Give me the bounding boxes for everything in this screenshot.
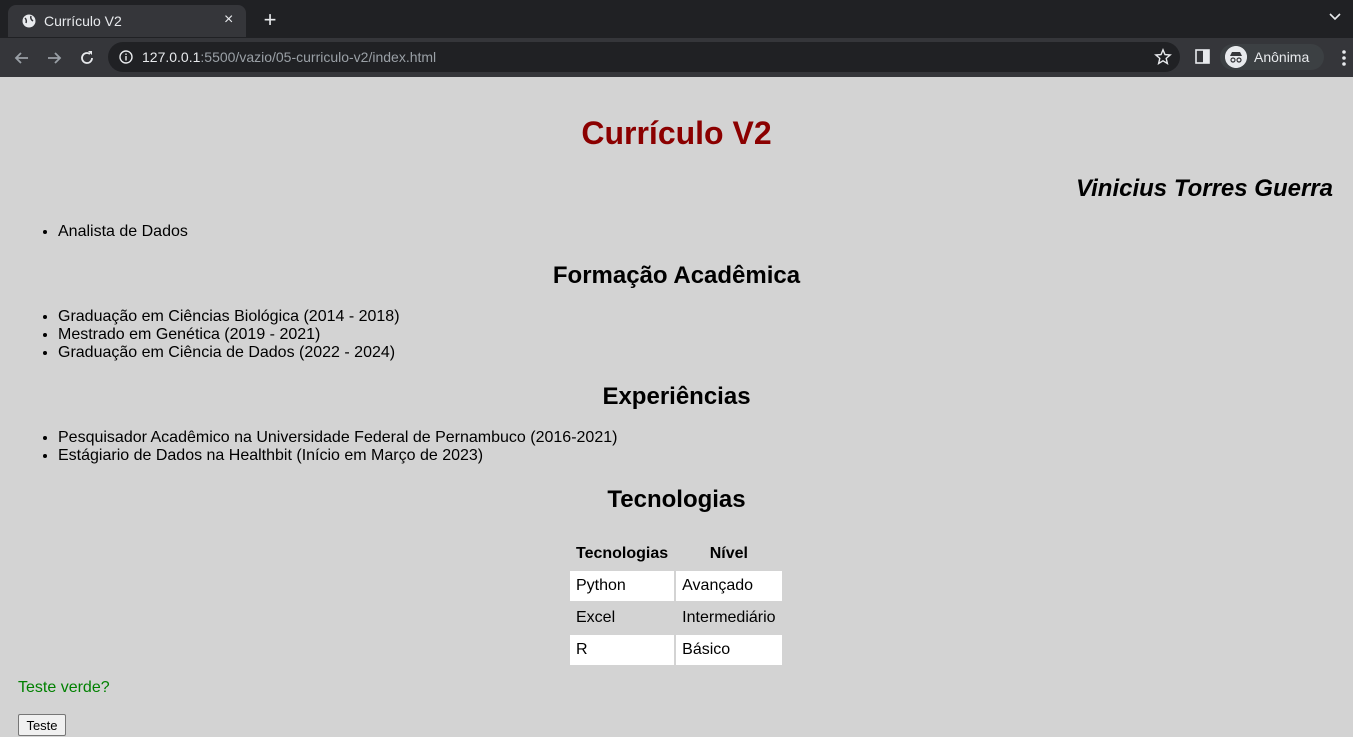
- role-list: Analista de Dados: [18, 223, 188, 241]
- bookmark-star-icon[interactable]: [1154, 48, 1172, 66]
- more-menu-icon[interactable]: [1340, 48, 1348, 68]
- page-title: Currículo V2: [581, 115, 772, 151]
- back-arrow-icon[interactable]: [12, 48, 32, 68]
- table-row: R Básico: [570, 635, 782, 665]
- url-host: 127.0.0.1: [142, 49, 201, 65]
- list-item: Mestrado em Genética (2019 - 2021): [58, 326, 400, 344]
- experience-heading: Experiências: [602, 383, 751, 410]
- table-header: Nível: [709, 545, 748, 562]
- side-panel-icon[interactable]: [1195, 49, 1210, 64]
- author-name: Vinicius Torres Guerra: [1076, 175, 1333, 202]
- table-row: Python Avançado: [570, 571, 782, 601]
- forward-arrow-icon[interactable]: [44, 48, 64, 68]
- info-icon[interactable]: [119, 50, 133, 64]
- new-tab-button[interactable]: +: [260, 9, 280, 31]
- page-content: Currículo V2 Vinicius Torres Guerra Anal…: [0, 77, 1353, 737]
- education-list: Graduação em Ciências Biológica (2014 - …: [18, 308, 400, 362]
- table-cell: R: [570, 635, 675, 665]
- education-heading: Formação Acadêmica: [552, 262, 801, 289]
- tech-table: Tecnologias Nível Python Avançado Excel …: [568, 537, 784, 667]
- chevron-down-icon[interactable]: [1328, 12, 1342, 22]
- green-text: Teste verde?: [18, 679, 110, 696]
- globe-icon: [22, 14, 36, 28]
- close-tab-icon[interactable]: ×: [224, 11, 233, 29]
- table-header: Tecnologias: [576, 545, 669, 562]
- profile-name: Anônima: [1254, 49, 1310, 65]
- chrome-topline: [0, 0, 1353, 4]
- table-header-row: Tecnologias Nível: [570, 539, 782, 569]
- browser-tab[interactable]: Currículo V2 ×: [8, 5, 246, 37]
- test-button[interactable]: Teste: [18, 714, 66, 736]
- table-row: Excel Intermediário: [570, 603, 782, 633]
- tech-heading: Tecnologias: [607, 486, 746, 513]
- url-path: :5500/vazio/05-curriculo-v2/index.html: [200, 49, 437, 65]
- table-cell: Básico: [676, 635, 782, 665]
- list-item: Pesquisador Acadêmico na Universidade Fe…: [58, 429, 617, 447]
- reload-icon[interactable]: [77, 48, 97, 68]
- experience-list: Pesquisador Acadêmico na Universidade Fe…: [18, 429, 617, 465]
- list-item: Analista de Dados: [58, 223, 188, 241]
- table-cell: Excel: [576, 609, 616, 626]
- tab-title: Currículo V2: [44, 13, 122, 29]
- list-item: Graduação em Ciência de Dados (2022 - 20…: [58, 344, 400, 362]
- list-item: Estágiario de Dados na Healthbit (Início…: [58, 447, 617, 465]
- list-item: Graduação em Ciências Biológica (2014 - …: [58, 308, 400, 326]
- table-cell: Avançado: [676, 571, 782, 601]
- url-text[interactable]: 127.0.0.1:5500/vazio/05-curriculo-v2/ind…: [142, 49, 436, 65]
- incognito-icon: [1225, 46, 1247, 68]
- table-cell: Python: [570, 571, 675, 601]
- table-cell: Intermediário: [682, 609, 776, 626]
